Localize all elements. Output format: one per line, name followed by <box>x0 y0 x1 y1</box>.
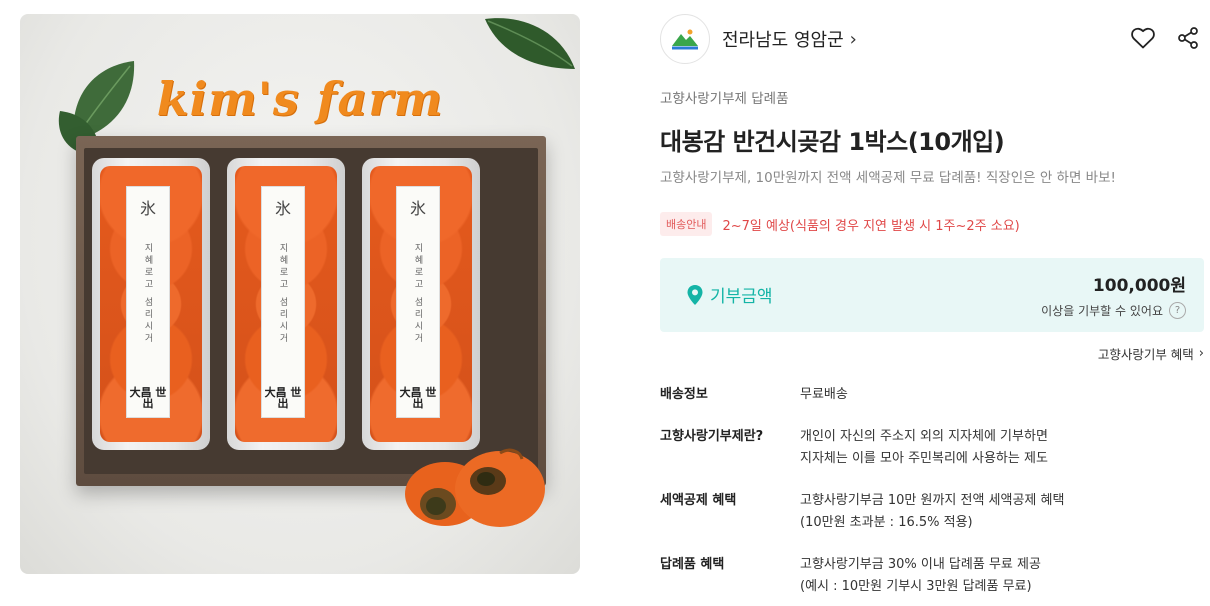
shipping-estimate: 2~7일 예상(식품의 경우 지연 발생 시 1주~2주 소요) <box>722 218 1020 234</box>
info-line: (10만원 초과분 : 16.5% 적용) <box>800 515 973 530</box>
info-key: 답례품 혜택 <box>660 557 725 572</box>
tray-label-mark: 大昌 世出 <box>399 386 437 410</box>
info-key: 세액공제 혜택 <box>660 493 737 508</box>
info-line: (예시 : 10만원 기부시 3만원 답례품 무료) <box>800 579 1032 594</box>
tray-label-text: 지혜로고 섬리시거 <box>412 243 423 345</box>
benefit-link[interactable]: 고향사랑기부 혜택 › <box>1098 344 1204 363</box>
tray-label-symbol: 氷 <box>409 199 426 218</box>
seller-row[interactable]: 전라남도 영암군 › <box>660 14 1204 64</box>
info-line: 지자체는 이를 모아 주민복리에 사용하는 제도 <box>800 451 1048 466</box>
chevron-right-icon: › <box>849 28 857 50</box>
benefit-link-label[interactable]: 고향사랑기부 혜택 <box>1098 344 1194 363</box>
tray-label-mark: 大昌 世出 <box>129 386 167 410</box>
heart-icon[interactable] <box>1130 26 1156 50</box>
persimmon-tray: 氷 지혜로고 섬리시거 大昌 世出 <box>362 158 480 450</box>
info-value: 고향사랑기부금 10만 원까지 전액 세액공제 혜택 (10만원 초과분 : 1… <box>800 490 1064 534</box>
product-image: kim's farm 氷 지혜로고 섬리시거 大昌 世出 氷 지혜로고 섬리시거… <box>20 14 580 574</box>
gift-box: 氷 지혜로고 섬리시거 大昌 世出 氷 지혜로고 섬리시거 大昌 世出 氷 지혜… <box>76 136 546 486</box>
info-line: 개인이 자신의 주소지 외의 지자체에 기부하면 <box>800 429 1048 444</box>
donation-note-group: 이상을 기부할 수 있어요 ? <box>1041 302 1186 319</box>
donation-label: 기부금액 <box>710 287 773 307</box>
info-value: 개인이 자신의 주소지 외의 지자체에 기부하면 지자체는 이를 모아 주민복리… <box>800 426 1048 470</box>
donation-amount: 100,000원 <box>1092 276 1186 296</box>
seller-name[interactable]: 전라남도 영암군 <box>722 26 844 52</box>
info-value: 고향사랑기부금 30% 이내 답례품 무료 제공 (예시 : 10만원 기부시 … <box>800 554 1041 598</box>
persimmon-tray: 氷 지혜로고 섬리시거 大昌 世出 <box>92 158 210 450</box>
donation-amount-box: 기부금액 100,000원 이상을 기부할 수 있어요 ? <box>660 258 1204 332</box>
seller-logo <box>660 14 710 64</box>
donation-label-group: 기부금액 <box>686 282 773 307</box>
info-key: 고향사랑기부제란? <box>660 429 764 444</box>
donation-note: 이상을 기부할 수 있어요 <box>1041 304 1163 318</box>
tray-label: 氷 지혜로고 섬리시거 大昌 世出 <box>261 186 305 418</box>
brand-logo: kim's farm <box>156 72 444 126</box>
info-table: 배송정보 무료배송 고향사랑기부제란? 개인이 자신의 주소지 외의 지자체에 … <box>660 384 1204 598</box>
info-row: 세액공제 혜택 고향사랑기부금 10만 원까지 전액 세액공제 혜택 (10만원… <box>660 490 1204 534</box>
location-pin-icon <box>687 284 703 305</box>
gift-box-inner: 氷 지혜로고 섬리시거 大昌 世出 氷 지혜로고 섬리시거 大昌 世出 氷 지혜… <box>84 148 538 474</box>
leaf-decoration-right <box>485 18 575 69</box>
tray-label-symbol: 氷 <box>139 199 156 218</box>
info-value: 무료배송 <box>800 384 848 406</box>
tray-label-mark: 大昌 世出 <box>264 386 302 410</box>
shipping-notice: 배송안내 2~7일 예상(식품의 경우 지연 발생 시 1주~2주 소요) <box>660 212 1020 236</box>
help-icon[interactable]: ? <box>1169 302 1186 319</box>
persimmon-tray: 氷 지혜로고 섬리시거 大昌 世出 <box>227 158 345 450</box>
share-icon[interactable] <box>1176 26 1200 50</box>
product-subtitle: 고향사랑기부제, 10만원까지 전액 세액공제 무료 답례품! 직장인은 안 하… <box>660 170 1116 186</box>
mountain-logo-icon <box>672 29 698 50</box>
product-category: 고향사랑기부제 답례품 <box>660 91 789 107</box>
chevron-right-icon: › <box>1198 346 1204 361</box>
tray-label-symbol: 氷 <box>274 199 291 218</box>
dried-persimmon <box>405 448 545 527</box>
info-line: 고향사랑기부금 30% 이내 답례품 무료 제공 <box>800 557 1041 572</box>
info-line: 고향사랑기부금 10만 원까지 전액 세액공제 혜택 <box>800 493 1065 508</box>
info-row: 답례품 혜택 고향사랑기부금 30% 이내 답례품 무료 제공 (예시 : 10… <box>660 554 1204 598</box>
tray-label: 氷 지혜로고 섬리시거 大昌 世出 <box>396 186 440 418</box>
tray-label-text: 지혜로고 섬리시거 <box>142 243 153 345</box>
product-title: 대봉감 반건시곶감 1박스(10개입) <box>660 128 1005 156</box>
info-row: 배송정보 무료배송 <box>660 384 1204 406</box>
tray-label-text: 지혜로고 섬리시거 <box>277 243 288 345</box>
tray-label: 氷 지혜로고 섬리시거 大昌 世出 <box>126 186 170 418</box>
info-key: 배송정보 <box>660 387 708 402</box>
info-row: 고향사랑기부제란? 개인이 자신의 주소지 외의 지자체에 기부하면 지자체는 … <box>660 426 1204 470</box>
info-line: 무료배송 <box>800 387 848 402</box>
shipping-badge: 배송안내 <box>660 212 713 236</box>
